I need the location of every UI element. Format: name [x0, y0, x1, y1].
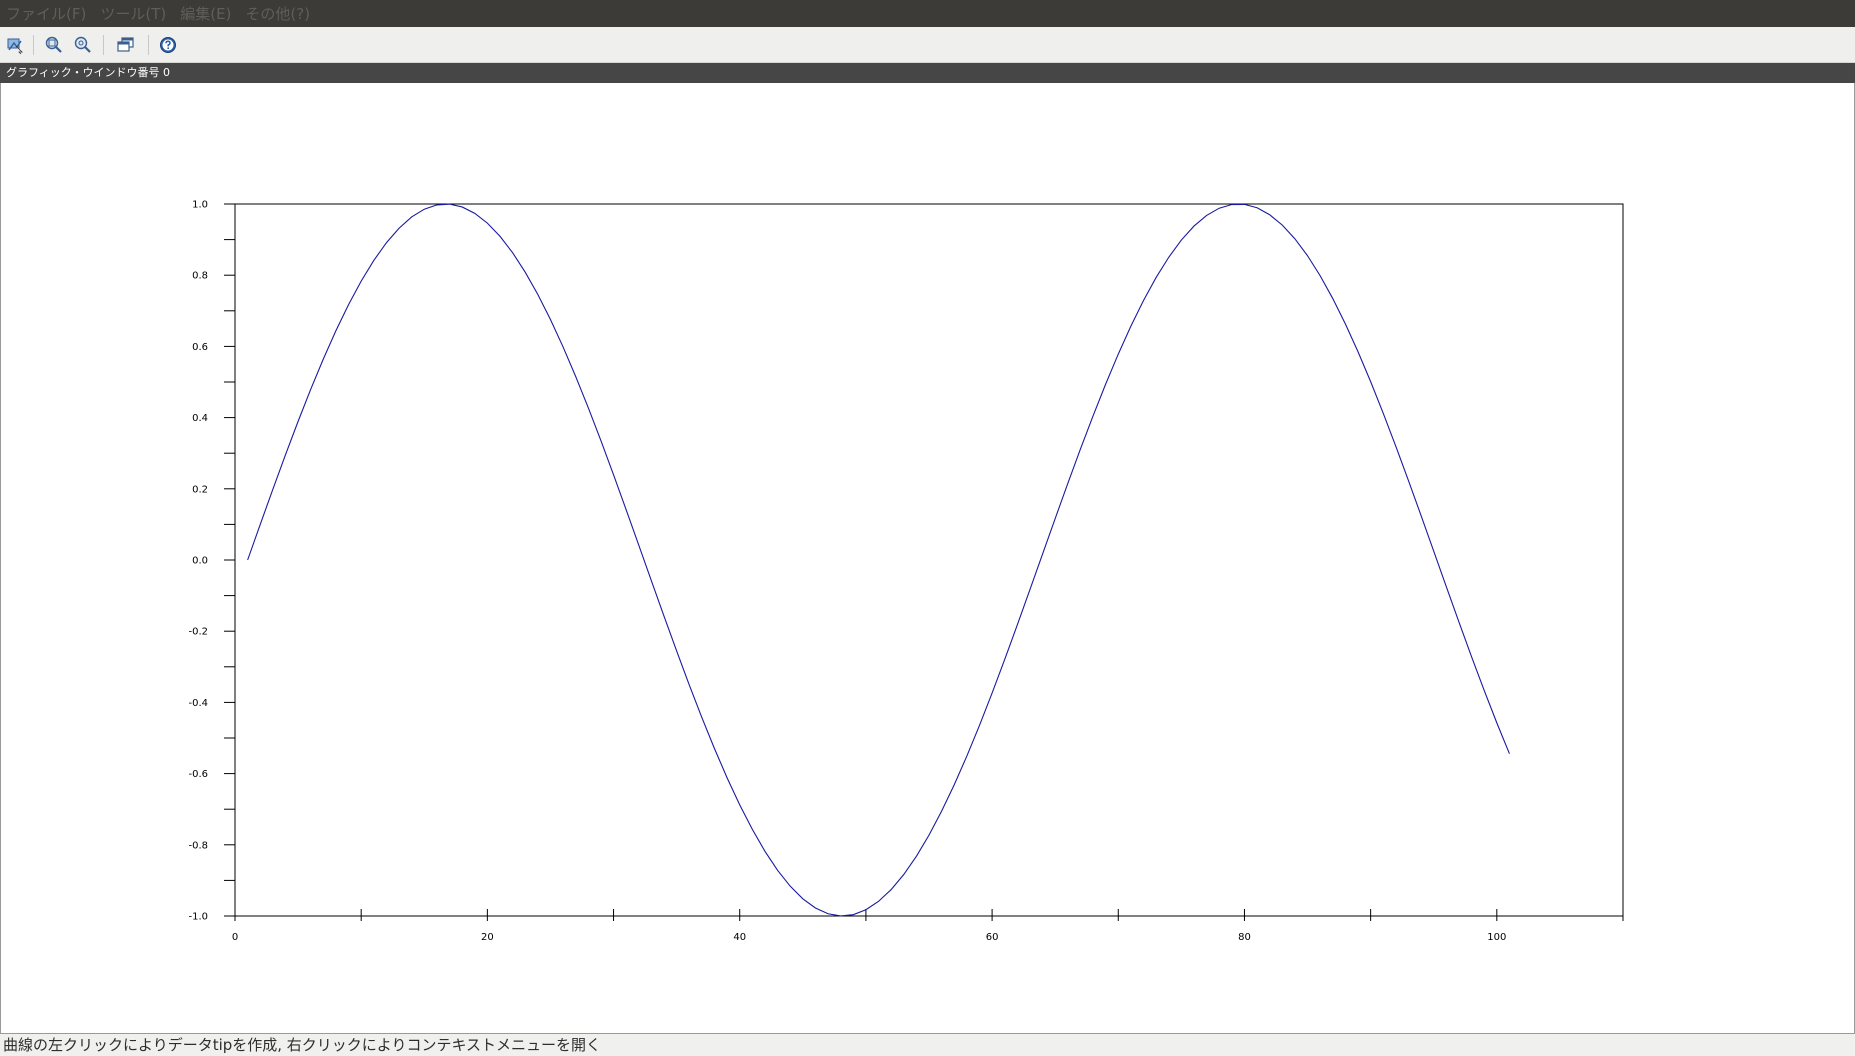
y-tick-label: -0.6: [188, 769, 208, 780]
axes: [234, 203, 1624, 917]
zoom-out-icon: [74, 36, 91, 53]
datatip-button[interactable]: [3, 33, 27, 57]
zoom-in-icon: [45, 36, 62, 53]
help-icon: [160, 37, 176, 53]
y-tick-label: 0.0: [192, 556, 208, 567]
y-tick-label: 0.2: [192, 484, 208, 495]
menu-tools[interactable]: ツール(T): [100, 3, 166, 24]
window-button[interactable]: [114, 33, 138, 57]
window-title: グラフィック・ウインドウ番号 0: [0, 63, 1855, 83]
menu-edit[interactable]: 編集(E): [180, 3, 231, 24]
y-tick-label: 0.4: [192, 413, 208, 424]
y-tick-label: -0.2: [188, 627, 208, 638]
datatip-icon: [7, 38, 23, 55]
y-tick-label: 0.6: [192, 342, 208, 353]
x-tick-label: 80: [1238, 932, 1251, 943]
graphic-window: ファイル(F) ツール(T) 編集(E) その他(?) グラフィック・ウインドウ…: [0, 0, 1855, 1056]
x-tick-label: 60: [986, 932, 999, 943]
status-text: 曲線の左クリックによりデータtipを作成, 右クリックによりコンテキストメニュー…: [3, 1036, 602, 1054]
plot-frame: [234, 203, 1624, 917]
series-layer[interactable]: [247, 203, 1510, 917]
x-tick-label: 100: [1487, 932, 1506, 943]
help-button[interactable]: [156, 33, 180, 57]
series-line[interactable]: [247, 203, 1510, 917]
window-icon: [117, 37, 134, 52]
x-tick-label: 0: [232, 932, 238, 943]
zoom-out-button[interactable]: [71, 33, 95, 57]
menu-other[interactable]: その他(?): [245, 3, 310, 24]
status-bar: 曲線の左クリックによりデータtipを作成, 右クリックによりコンテキストメニュー…: [0, 1034, 1855, 1056]
x-tick-label: 40: [733, 932, 746, 943]
line-chart[interactable]: 0 20 40 60 80 100 -1.0 -0.8 -0.6 -0.4 -0.2 0.0 0.2 0…: [1, 83, 1854, 1033]
y-axis-ticks: -1.0 -0.8 -0.6 -0.4 -0.2 0.0 0.2 0.4 0.6 0.8 1.0: [188, 200, 235, 923]
y-tick-label: -0.4: [188, 698, 208, 709]
y-tick-label: 1.0: [192, 200, 208, 211]
y-tick-label: -0.8: [188, 840, 208, 851]
zoom-in-button[interactable]: [42, 33, 66, 57]
y-tick-label: 0.8: [192, 271, 208, 282]
x-axis-ticks: 0 20 40 60 80 100: [232, 909, 1624, 943]
x-tick-label: 20: [481, 932, 494, 943]
toolbar: [0, 27, 1855, 63]
y-tick-label: -1.0: [188, 912, 208, 923]
menu-file[interactable]: ファイル(F): [6, 3, 86, 24]
plot-canvas[interactable]: 0 20 40 60 80 100 -1.0 -0.8 -0.6 -0.4 -0.2 0.0 0.2 0…: [0, 83, 1855, 1034]
menu-bar: ファイル(F) ツール(T) 編集(E) その他(?): [0, 0, 1855, 27]
